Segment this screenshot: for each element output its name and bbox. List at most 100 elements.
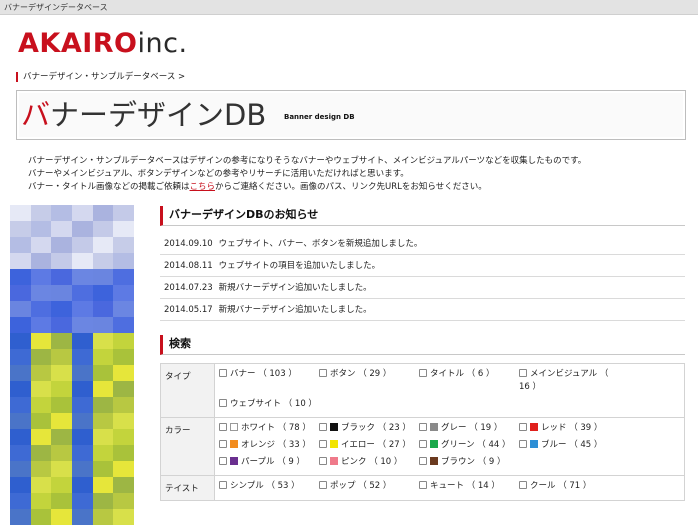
checkbox[interactable] — [519, 369, 527, 377]
page-title-banner: バナーデザインDB Banner design DB — [16, 90, 686, 140]
checkbox[interactable] — [319, 369, 327, 377]
search-option[interactable]: ピンク （ 10 ） — [319, 456, 419, 469]
search-label-color: カラー — [160, 417, 215, 476]
search-option-label: レッド （ 39 ） — [541, 423, 603, 433]
news-item: 2014.09.10 ウェブサイト、バナー、ボタンを新規追加しました。 — [160, 233, 685, 255]
search-option-label: オレンジ （ 33 ） — [241, 440, 311, 450]
search-option[interactable]: イエロー （ 27 ） — [319, 439, 419, 452]
checkbox[interactable] — [219, 369, 227, 377]
checkbox[interactable] — [419, 457, 427, 465]
thumbnail-pixel — [51, 461, 73, 478]
search-option[interactable]: ホワイト （ 78 ） — [219, 422, 319, 435]
search-option-label: シンプル （ 53 ） — [230, 481, 300, 491]
checkbox[interactable] — [319, 457, 327, 465]
search-option[interactable]: グリーン （ 44 ） — [419, 439, 519, 452]
news-list: 2014.09.10 ウェブサイト、バナー、ボタンを新規追加しました。 2014.0… — [160, 233, 685, 321]
contact-link[interactable]: こちら — [190, 182, 216, 192]
thumbnail-pixel — [30, 301, 52, 318]
thumbnail-pixel — [30, 269, 52, 286]
checkbox[interactable] — [219, 457, 227, 465]
checkbox[interactable] — [419, 423, 427, 431]
page-subtitle: Banner design DB — [284, 113, 355, 121]
search-option[interactable]: レッド （ 39 ） — [519, 422, 619, 435]
search-option[interactable]: クール （ 71 ） — [519, 480, 619, 493]
search-option-label: グリーン （ 44 ） — [441, 440, 511, 450]
thumbnail-pixel — [51, 333, 73, 350]
checkbox[interactable] — [419, 440, 427, 448]
thumbnail-pixel — [113, 285, 134, 302]
thumbnail-pixel — [10, 381, 32, 398]
search-table: タイプ バナー （ 103 ） ボタン （ 29 ） タイトル （ 6 ） メインビジ… — [160, 363, 685, 501]
thumbnail-pixel — [30, 317, 52, 334]
thumbnail-pixel — [30, 285, 52, 302]
search-options-color: ホワイト （ 78 ） ブラック （ 23 ） グレー （ 19 ） レッド （ 39… — [214, 417, 685, 476]
breadcrumb[interactable]: バナーデザイン・サンプルデータベース > — [16, 72, 185, 82]
thumbnail-pixel — [92, 493, 114, 510]
checkbox[interactable] — [519, 440, 527, 448]
checkbox[interactable] — [219, 423, 227, 431]
checkbox[interactable] — [519, 481, 527, 489]
search-option[interactable]: ウェブサイト （ 10 ） — [219, 398, 319, 411]
search-option[interactable]: キュート （ 14 ） — [419, 480, 519, 493]
search-option[interactable]: パープル （ 9 ） — [219, 456, 319, 469]
news-date: 2014.09.10 — [164, 239, 213, 249]
thumbnail-pixel — [10, 237, 32, 254]
search-option[interactable]: オレンジ （ 33 ） — [219, 439, 319, 452]
thumbnail-pixel — [10, 317, 32, 334]
thumbnail-pixel — [92, 333, 114, 350]
breadcrumb-link[interactable]: バナーデザイン・サンプルデータベース > — [23, 72, 185, 82]
thumbnail-pixel — [10, 509, 32, 525]
checkbox[interactable] — [319, 440, 327, 448]
site-logo[interactable]: AKAIROinc. — [18, 30, 188, 57]
checkbox[interactable] — [419, 481, 427, 489]
thumbnail-pixel — [72, 413, 94, 430]
search-option[interactable]: シンプル （ 53 ） — [219, 480, 319, 493]
search-option[interactable]: タイトル （ 6 ） — [419, 368, 519, 381]
checkbox[interactable] — [519, 423, 527, 431]
thumbnail-pixel — [113, 461, 134, 478]
search-option-label: タイトル （ 6 ） — [430, 369, 495, 379]
search-options-taste: シンプル （ 53 ） ポップ （ 52 ） キュート （ 14 ） クール （ 71… — [214, 475, 685, 501]
search-option[interactable]: ブラウン （ 9 ） — [419, 456, 519, 469]
thumbnail-pixel — [92, 381, 114, 398]
thumbnail-pixel — [92, 237, 114, 254]
search-row-color: カラー ホワイト （ 78 ） ブラック （ 23 ） グレー （ 19 ） レッド … — [160, 417, 685, 476]
thumbnail-pixel — [72, 253, 94, 270]
thumbnail-pixel — [113, 365, 134, 382]
banner-thumbnail-image[interactable] — [10, 205, 134, 525]
search-option[interactable]: ポップ （ 52 ） — [319, 480, 419, 493]
thumbnail-pixel — [92, 317, 114, 334]
thumbnail-pixel — [113, 301, 134, 318]
search-option-label: ホワイト （ 78 ） — [241, 423, 311, 433]
search-option[interactable]: ボタン （ 29 ） — [319, 368, 419, 381]
thumbnail-pixel — [30, 429, 52, 446]
color-swatch-icon — [330, 440, 338, 448]
thumbnail-pixel — [51, 317, 73, 334]
search-option-label: バナー （ 103 ） — [230, 369, 297, 379]
thumbnail-pixel — [51, 237, 73, 254]
thumbnail-pixel — [10, 269, 32, 286]
thumbnail-pixel — [72, 221, 94, 238]
thumbnail-pixel — [51, 509, 73, 525]
news-text: ウェブサイトの項目を追加いたしました。 — [218, 261, 381, 271]
thumbnail-pixel — [92, 365, 114, 382]
checkbox[interactable] — [319, 481, 327, 489]
checkbox[interactable] — [319, 423, 327, 431]
search-option[interactable]: ブラック （ 23 ） — [319, 422, 419, 435]
search-option[interactable]: メインビジュアル （ 16 ） — [519, 368, 619, 394]
thumbnail-pixel — [10, 413, 32, 430]
search-option[interactable]: ブルー （ 45 ） — [519, 439, 619, 452]
checkbox[interactable] — [219, 399, 227, 407]
search-option[interactable]: グレー （ 19 ） — [419, 422, 519, 435]
checkbox[interactable] — [219, 481, 227, 489]
thumbnail-pixel — [30, 493, 52, 510]
thumbnail-pixel — [51, 285, 73, 302]
search-option[interactable]: バナー （ 103 ） — [219, 368, 319, 381]
search-option-label: パープル （ 9 ） — [241, 457, 306, 467]
checkbox[interactable] — [219, 440, 227, 448]
intro-line-3-pre: バナー・タイトル画像などの掲載ご依頼は — [28, 182, 190, 192]
thumbnail-pixel — [72, 205, 94, 222]
thumbnail-pixel — [72, 493, 94, 510]
thumbnail-pixel — [92, 509, 114, 525]
checkbox[interactable] — [419, 369, 427, 377]
